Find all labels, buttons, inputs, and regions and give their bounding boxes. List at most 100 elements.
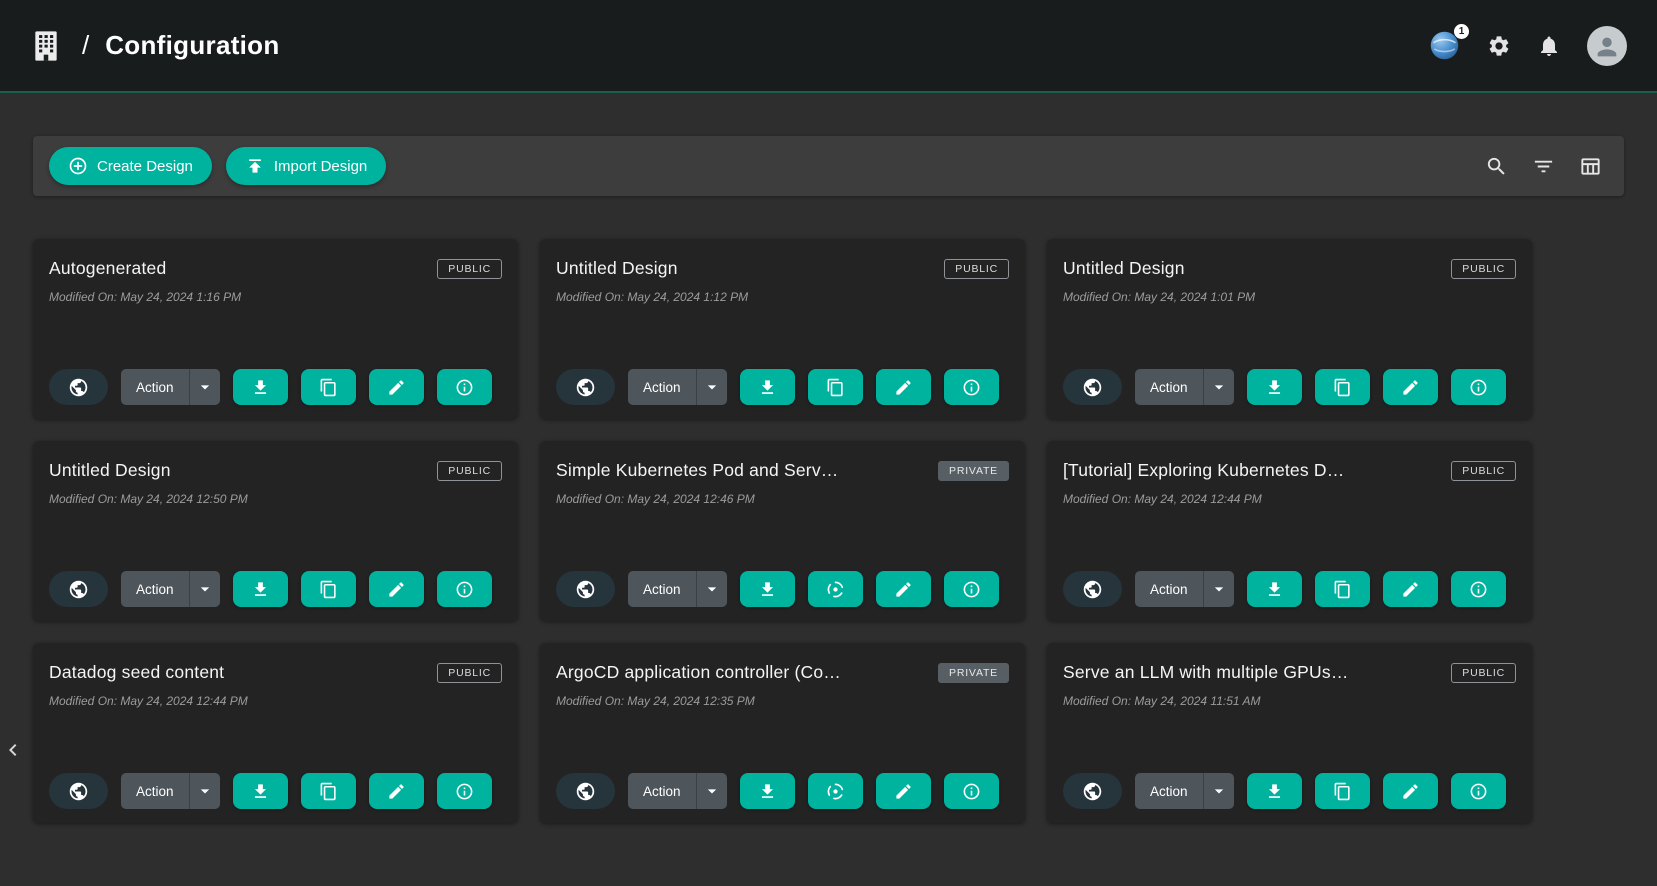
chevron-down-icon[interactable] <box>190 369 220 405</box>
action-split-button[interactable]: Action <box>628 369 727 405</box>
clone-button[interactable] <box>301 369 356 405</box>
design-source-button[interactable] <box>808 571 863 607</box>
info-button[interactable] <box>437 369 492 405</box>
table-view-icon[interactable] <box>1579 155 1602 178</box>
add-circle-icon <box>68 156 88 176</box>
swirl-icon <box>826 782 845 801</box>
visibility-globe-button[interactable] <box>49 369 108 405</box>
action-split-button[interactable]: Action <box>1135 773 1234 809</box>
gear-icon[interactable] <box>1487 34 1511 58</box>
edit-button[interactable] <box>1383 571 1438 607</box>
clone-button[interactable] <box>1315 369 1370 405</box>
info-button[interactable] <box>437 773 492 809</box>
chevron-down-icon[interactable] <box>697 369 727 405</box>
action-split-button[interactable]: Action <box>1135 571 1234 607</box>
search-icon[interactable] <box>1485 155 1508 178</box>
modified-date: Modified On: May 24, 2024 1:01 PM <box>1063 290 1516 304</box>
create-design-button[interactable]: Create Design <box>49 147 212 185</box>
clone-button[interactable] <box>1315 773 1370 809</box>
download-button[interactable] <box>233 773 288 809</box>
collapse-panel-button[interactable] <box>1 736 25 764</box>
edit-button[interactable] <box>1383 369 1438 405</box>
building-icon[interactable] <box>30 28 62 64</box>
visibility-globe-button[interactable] <box>49 773 108 809</box>
download-button[interactable] <box>233 369 288 405</box>
globe-icon <box>575 781 596 802</box>
action-split-button[interactable]: Action <box>121 571 220 607</box>
download-button[interactable] <box>740 571 795 607</box>
action-split-button[interactable]: Action <box>121 369 220 405</box>
download-button[interactable] <box>1247 773 1302 809</box>
create-design-label: Create Design <box>97 158 193 175</box>
download-icon <box>758 378 777 397</box>
visibility-badge: PUBLIC <box>437 461 502 481</box>
visibility-globe-button[interactable] <box>49 571 108 607</box>
action-split-button[interactable]: Action <box>628 773 727 809</box>
download-button[interactable] <box>1247 369 1302 405</box>
visibility-globe-button[interactable] <box>556 773 615 809</box>
edit-button[interactable] <box>369 571 424 607</box>
action-label: Action <box>1135 773 1203 809</box>
design-source-button[interactable] <box>808 773 863 809</box>
bell-icon[interactable] <box>1537 34 1561 58</box>
action-label: Action <box>121 773 189 809</box>
copy-icon <box>1333 580 1352 599</box>
avatar[interactable] <box>1587 26 1627 66</box>
design-title: ArgoCD application controller (Co… <box>556 661 924 684</box>
info-icon <box>455 782 474 801</box>
clone-button[interactable] <box>808 369 863 405</box>
clone-button[interactable] <box>301 773 356 809</box>
visibility-globe-button[interactable] <box>556 369 615 405</box>
upload-icon <box>245 156 265 176</box>
edit-button[interactable] <box>1383 773 1438 809</box>
design-title: Autogenerated <box>49 257 423 280</box>
download-button[interactable] <box>1247 571 1302 607</box>
pencil-icon <box>894 378 913 397</box>
visibility-globe-button[interactable] <box>1063 369 1122 405</box>
import-design-button[interactable]: Import Design <box>226 147 386 185</box>
clone-button[interactable] <box>301 571 356 607</box>
globe-icon <box>68 377 89 398</box>
info-button[interactable] <box>437 571 492 607</box>
design-title: Serve an LLM with multiple GPUs… <box>1063 661 1437 684</box>
edit-button[interactable] <box>876 369 931 405</box>
pencil-icon <box>1401 378 1420 397</box>
chevron-down-icon[interactable] <box>1204 571 1234 607</box>
edit-button[interactable] <box>369 773 424 809</box>
provider-badge-icon[interactable]: 1 <box>1428 29 1461 62</box>
info-icon <box>1469 378 1488 397</box>
download-button[interactable] <box>740 773 795 809</box>
download-button[interactable] <box>740 369 795 405</box>
chevron-down-icon[interactable] <box>190 571 220 607</box>
visibility-globe-button[interactable] <box>556 571 615 607</box>
design-card: Untitled Design PUBLIC Modified On: May … <box>1047 239 1532 419</box>
info-button[interactable] <box>1451 369 1506 405</box>
visibility-globe-button[interactable] <box>1063 571 1122 607</box>
visibility-globe-button[interactable] <box>1063 773 1122 809</box>
action-split-button[interactable]: Action <box>628 571 727 607</box>
info-button[interactable] <box>944 571 999 607</box>
globe-icon <box>575 377 596 398</box>
edit-button[interactable] <box>876 773 931 809</box>
chevron-down-icon[interactable] <box>1204 773 1234 809</box>
info-button[interactable] <box>1451 571 1506 607</box>
chevron-down-icon[interactable] <box>1204 369 1234 405</box>
edit-button[interactable] <box>369 369 424 405</box>
filter-icon[interactable] <box>1532 155 1555 178</box>
chevron-down-icon[interactable] <box>190 773 220 809</box>
design-title: Untitled Design <box>1063 257 1437 280</box>
chevron-down-icon[interactable] <box>697 571 727 607</box>
action-label: Action <box>1135 369 1203 405</box>
action-split-button[interactable]: Action <box>121 773 220 809</box>
clone-button[interactable] <box>1315 571 1370 607</box>
visibility-badge: PUBLIC <box>437 663 502 683</box>
info-button[interactable] <box>944 369 999 405</box>
download-button[interactable] <box>233 571 288 607</box>
action-label: Action <box>628 773 696 809</box>
info-button[interactable] <box>1451 773 1506 809</box>
action-split-button[interactable]: Action <box>1135 369 1234 405</box>
download-icon <box>758 580 777 599</box>
chevron-down-icon[interactable] <box>697 773 727 809</box>
info-button[interactable] <box>944 773 999 809</box>
edit-button[interactable] <box>876 571 931 607</box>
